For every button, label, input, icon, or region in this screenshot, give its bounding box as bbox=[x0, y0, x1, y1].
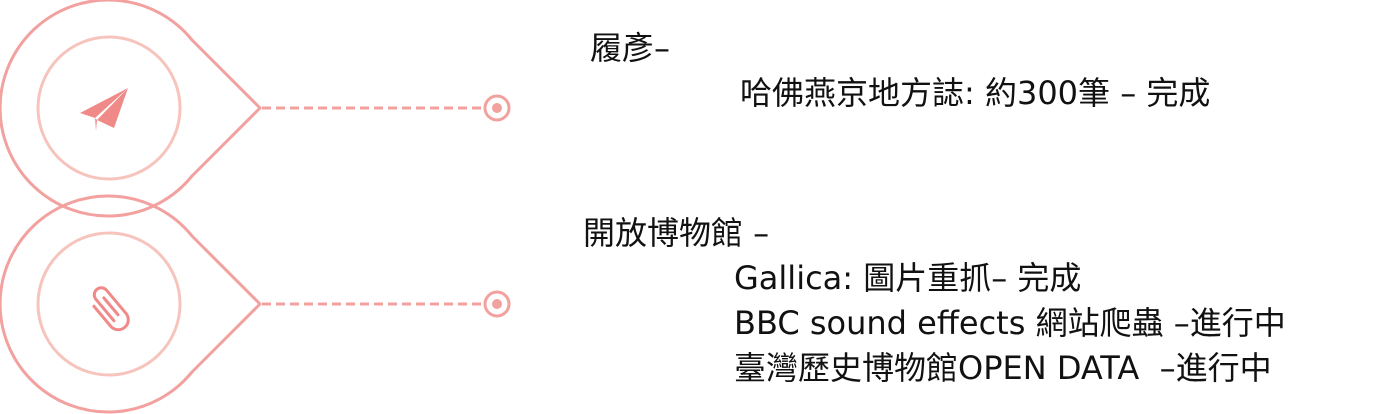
paper-plane-icon bbox=[80, 88, 128, 131]
section-2-item: 臺灣歷史博物館OPEN DATA –進行中 bbox=[734, 349, 1272, 387]
section-1-heading: 履彥– bbox=[590, 29, 671, 67]
section-2-item: Gallica: 圖片重抓– 完成 bbox=[734, 259, 1082, 297]
section-2-item: BBC sound effects 網站爬蟲 –進行中 bbox=[734, 304, 1286, 342]
section-2-heading: 開放博物館 – bbox=[583, 214, 770, 252]
paperclip-icon bbox=[92, 286, 130, 332]
end-node-2-dot bbox=[492, 299, 502, 309]
end-node-1-dot bbox=[492, 103, 502, 113]
section-1-item: 哈佛燕京地方誌: 約300筆 – 完成 bbox=[740, 74, 1211, 112]
